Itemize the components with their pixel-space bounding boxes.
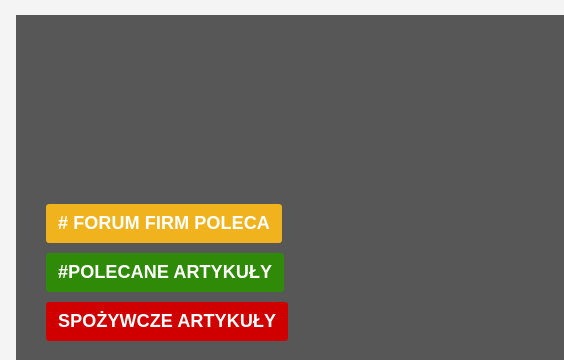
tag-polecane-artykuly[interactable]: #POLECANE ARTYKUŁY bbox=[46, 253, 285, 292]
article-card-image[interactable]: # FORUM FIRM POLECA #POLECANE ARTYKUŁY S… bbox=[16, 15, 564, 360]
tag-spozywcze-artykuly[interactable]: SPOŻYWCZE ARTYKUŁY bbox=[46, 302, 289, 341]
tag-list: # FORUM FIRM POLECA #POLECANE ARTYKUŁY S… bbox=[46, 204, 289, 341]
tag-forum-firm-poleca[interactable]: # FORUM FIRM POLECA bbox=[46, 204, 282, 243]
